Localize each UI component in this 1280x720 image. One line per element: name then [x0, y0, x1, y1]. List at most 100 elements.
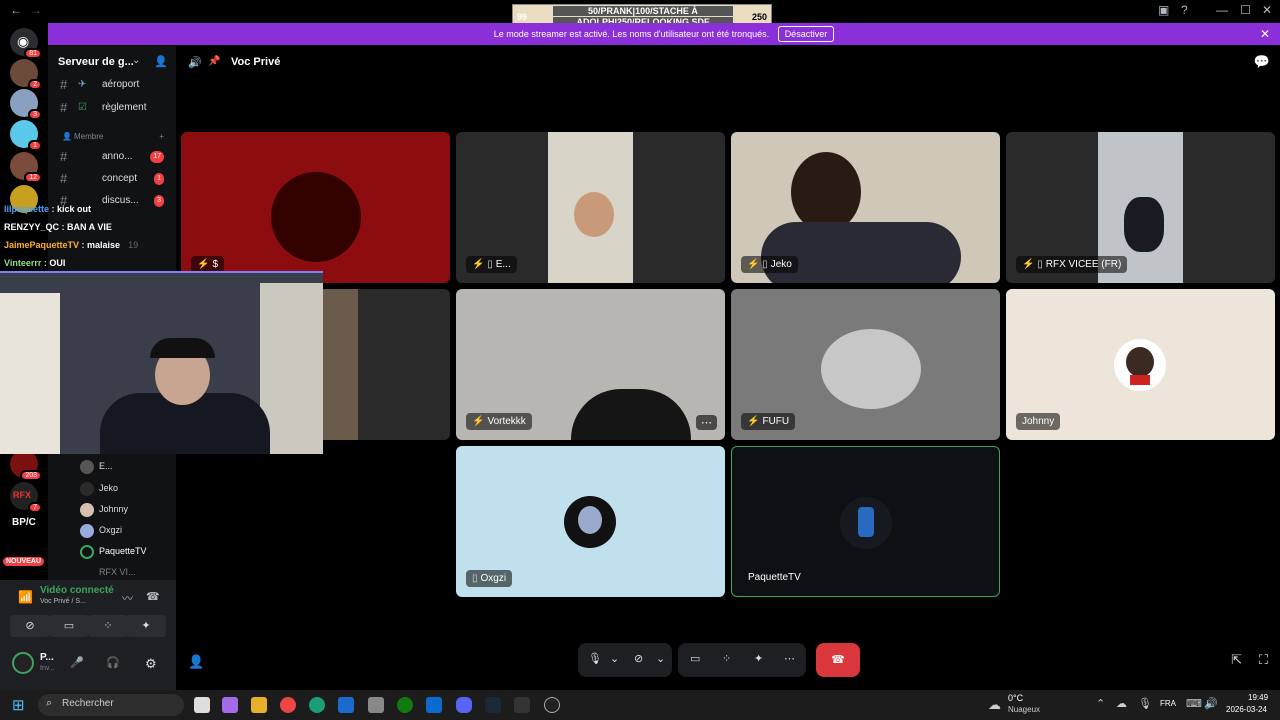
voice-channel-title: Voc Privé [231, 56, 281, 68]
clock-date[interactable]: 2026-03-24 [1226, 705, 1267, 714]
inbox-icon[interactable]: ▣ [1158, 3, 1169, 17]
voice-member[interactable]: Jeko [48, 477, 176, 499]
server-bpc[interactable]: BP/C [12, 517, 36, 528]
outlook-icon[interactable] [338, 697, 354, 713]
more-icon[interactable]: ⋯ [784, 652, 795, 665]
connection-channel[interactable]: Voc Privé / S... [40, 598, 86, 605]
noise-suppression-icon[interactable]: 〰 [122, 590, 133, 606]
chrome-icon[interactable] [280, 697, 296, 713]
weather-desc[interactable]: Nuageux [1008, 705, 1040, 714]
server-icon[interactable]: 2 [10, 59, 42, 90]
camera-off-icon[interactable]: ⊘ [634, 652, 643, 665]
chevron-up-icon[interactable]: ⌃ [1096, 697, 1105, 710]
video-tile[interactable]: PaquetteTV [731, 446, 1000, 597]
network-icon[interactable]: ⌨ [1186, 697, 1202, 710]
chevron-down-icon[interactable]: ⌄ [656, 652, 665, 665]
video-tile[interactable]: ⚡ FUFU [731, 289, 1000, 440]
discord-home-icon[interactable]: ◉ 81 [10, 28, 42, 59]
disconnect-button[interactable]: ☎ [816, 643, 860, 677]
back-arrow-icon[interactable]: ← [10, 3, 22, 17]
screenshare-button[interactable]: ▭ [49, 615, 89, 637]
add-member-icon[interactable]: 👤 [154, 55, 168, 68]
video-tile[interactable]: ▯ Oxgzi [456, 446, 725, 597]
copilot-icon[interactable] [222, 697, 238, 713]
tile-label: PaquetteTV [748, 572, 801, 583]
settings-icon[interactable] [368, 697, 384, 713]
activities-icon[interactable]: ⁘ [722, 652, 731, 665]
close-banner-icon[interactable]: ✕ [1260, 23, 1270, 45]
close-window-icon[interactable]: ✕ [1262, 3, 1272, 17]
windows-taskbar: ⊞ ⌕ Rechercher ☁ 0°C Nuageux ⌃ ☁ 🎙 FRA ⌨… [0, 690, 1280, 720]
task-view-icon[interactable] [194, 697, 210, 713]
video-tile[interactable]: ⚡ Vortekkk ⋯ [456, 289, 725, 440]
obs-icon[interactable] [544, 697, 560, 713]
server-icon[interactable]: 12 [10, 152, 42, 183]
fullscreen-icon[interactable]: ⛶ [1259, 652, 1268, 668]
chevron-down-icon[interactable]: ⌄ [610, 652, 619, 665]
xbox-icon[interactable] [397, 697, 413, 713]
edge-icon[interactable] [309, 697, 325, 713]
channel-item[interactable]: # concept 1 [48, 168, 176, 190]
channel-item[interactable]: # anno... 17 [48, 146, 176, 168]
headphones-icon[interactable]: 🎧 [106, 656, 120, 669]
avatar [564, 496, 616, 548]
server-name[interactable]: Serveur de g... [58, 56, 134, 68]
screenshare-icon[interactable]: ▭ [690, 652, 700, 665]
weather-temp[interactable]: 0°C [1008, 693, 1023, 703]
video-tile[interactable]: ⚡ ▯ Jeko [731, 132, 1000, 283]
microphone-icon[interactable]: 🎙 [1138, 697, 1152, 710]
disable-streamer-button[interactable]: Désactiver [777, 26, 835, 42]
help-icon[interactable]: ? [1181, 3, 1188, 17]
voice-member[interactable]: Johnny [48, 498, 176, 520]
store-icon[interactable] [426, 697, 442, 713]
username[interactable]: P... [40, 652, 54, 663]
app-icon[interactable] [514, 697, 530, 713]
server-icon[interactable]: RFX 7 [10, 482, 42, 513]
server-icon[interactable]: 1 [10, 120, 42, 151]
tile-label: ⚡ ▯ RFX VICEE (FR) [1016, 256, 1128, 273]
soundboard-button[interactable]: ✦ [126, 615, 166, 637]
discord-icon[interactable] [456, 697, 472, 713]
volume-icon[interactable]: 🔊 [1204, 697, 1218, 710]
video-tile[interactable]: ⚡ ▯ E... [456, 132, 725, 283]
voice-member[interactable]: PaquetteTV [48, 540, 176, 562]
tray-icon[interactable]: ☁ [1116, 697, 1127, 710]
maximize-icon[interactable]: ☐ [1240, 3, 1251, 17]
gear-icon[interactable]: ⚙ [145, 656, 157, 672]
chevron-down-icon[interactable]: ⌄ [132, 55, 140, 66]
microphone-icon[interactable]: 🎤 [70, 656, 84, 669]
channel-item[interactable]: # ☑ règlement [48, 97, 176, 119]
server-icon[interactable]: 3 [10, 89, 42, 120]
channel-item[interactable]: # ✈ aéroport [48, 74, 176, 96]
speaker-icon[interactable]: 🔊 [188, 56, 202, 69]
minimize-icon[interactable]: — [1216, 3, 1228, 17]
steam-icon[interactable] [485, 697, 501, 713]
clock-time[interactable]: 19:49 [1248, 693, 1268, 702]
search-box[interactable]: ⌕ Rechercher [38, 694, 184, 716]
invite-icon[interactable]: 👤 [188, 654, 204, 670]
disconnect-icon[interactable]: ☎ [146, 590, 160, 603]
windows-start-icon[interactable]: ⊞ [12, 696, 25, 714]
category-member[interactable]: 👤 Membre + [48, 126, 176, 148]
avatar[interactable] [12, 652, 34, 674]
voice-member[interactable]: E... [48, 455, 176, 477]
server-icon[interactable]: 203 [10, 450, 42, 481]
video-tile[interactable]: Johnny [1006, 289, 1275, 440]
chat-bubble-icon[interactable]: 💬 [1254, 54, 1270, 70]
language-indicator[interactable]: FRA [1160, 699, 1176, 708]
video-tile[interactable]: ⚡ ▯ RFX VICEE (FR) [1006, 132, 1275, 283]
popout-icon[interactable]: ⇱ [1231, 652, 1242, 668]
plane-icon: ✈ [78, 79, 87, 90]
voice-member[interactable]: Oxgzi [48, 519, 176, 541]
microphone-icon[interactable]: 🎙 [588, 652, 602, 665]
video-tile[interactable]: ⚡ $ [181, 132, 450, 283]
forward-arrow-icon[interactable]: → [30, 3, 42, 17]
avatar [840, 497, 892, 549]
file-explorer-icon[interactable] [251, 697, 267, 713]
more-options-icon[interactable]: ⋯ [696, 415, 717, 430]
activities-button[interactable]: ⁘ [88, 615, 128, 637]
camera-off-button[interactable]: ⊘ [10, 615, 50, 637]
connection-status[interactable]: Vidéo connecté [40, 585, 114, 596]
soundboard-icon[interactable]: ✦ [754, 652, 763, 665]
cloud-icon: ☁ [988, 697, 1001, 712]
